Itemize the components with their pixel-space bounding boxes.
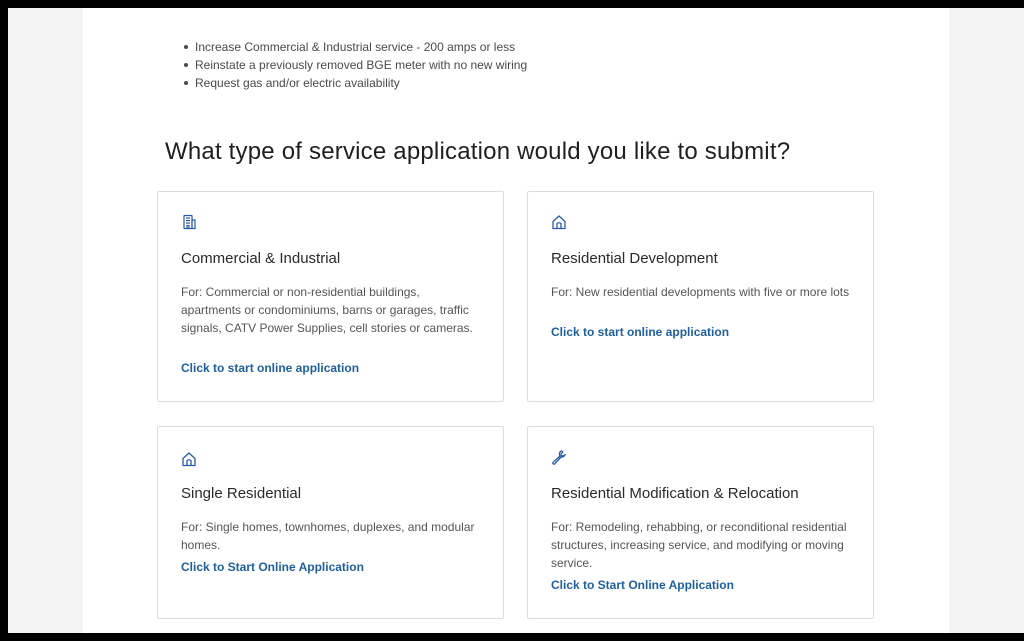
- start-application-link[interactable]: Click to Start Online Application: [551, 578, 734, 592]
- card-commercial-industrial: Commercial & Industrial For: Commercial …: [157, 191, 504, 402]
- card-title: Residential Modification & Relocation: [551, 485, 799, 502]
- card-description: For: Commercial or non-residential build…: [181, 285, 473, 335]
- card-residential-modification: Residential Modification & Relocation Fo…: [527, 426, 874, 619]
- card-description: For: Remodeling, rehabbing, or reconditi…: [551, 520, 847, 570]
- card-single-residential: Single Residential For: Single homes, to…: [157, 426, 504, 619]
- house-icon: [181, 451, 197, 467]
- card-title: Single Residential: [181, 485, 302, 502]
- start-application-link[interactable]: Click to Start Online Application: [181, 560, 364, 574]
- service-options-list: Increase Commercial & Industrial service…: [183, 38, 527, 92]
- start-application-link[interactable]: Click to start online application: [181, 361, 359, 375]
- building-icon: [181, 214, 197, 230]
- list-item: Request gas and/or electric availability: [183, 74, 527, 92]
- wrench-icon: [551, 449, 567, 465]
- card-title: Commercial & Industrial: [181, 250, 341, 267]
- browser-viewport: Increase Commercial & Industrial service…: [8, 8, 1024, 633]
- list-item: Increase Commercial & Industrial service…: [183, 38, 527, 56]
- house-icon: [551, 214, 567, 230]
- main-content: Increase Commercial & Industrial service…: [83, 8, 949, 633]
- list-item: Reinstate a previously removed BGE meter…: [183, 56, 527, 74]
- card-description: For: New residential developments with f…: [551, 285, 850, 299]
- card-residential-development: Residential Development For: New residen…: [527, 191, 874, 402]
- start-application-link[interactable]: Click to start online application: [551, 325, 729, 339]
- card-title: Residential Development: [551, 250, 718, 267]
- page-heading: What type of service application would y…: [165, 138, 791, 165]
- card-description: For: Single homes, townhomes, duplexes, …: [181, 520, 475, 552]
